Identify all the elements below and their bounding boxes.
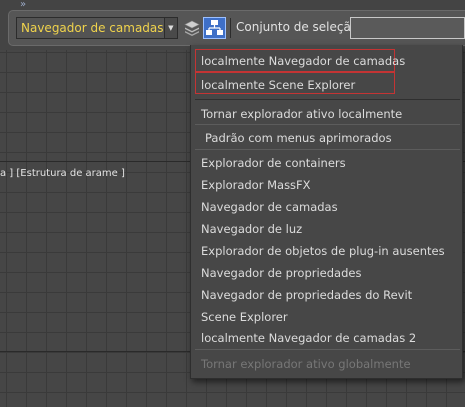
toolbar-separator <box>230 18 231 38</box>
menu-item-revit-property-explorer[interactable]: Navegador de propriedades do Revit <box>201 288 412 302</box>
scene-explorer-icon[interactable] <box>203 17 226 39</box>
layers-icon[interactable] <box>183 19 201 37</box>
menu-item-make-active-local[interactable]: Tornar explorador ativo localmente <box>201 107 402 121</box>
menu-item-layer-explorer[interactable]: Navegador de camadas <box>201 200 338 214</box>
viewport-label[interactable]: a ] [Estrutura de arame ] <box>0 168 125 179</box>
menu-item-missing-plugin-explorer[interactable]: Explorador de objetos de plug-in ausente… <box>201 244 445 258</box>
menu-item-property-explorer[interactable]: Navegador de propriedades <box>201 266 361 280</box>
menu-item-make-active-global: Tornar explorador ativo globalmente <box>201 357 411 371</box>
menu-item-massfx-explorer[interactable]: Explorador MassFX <box>201 178 311 192</box>
menu-item-light-explorer[interactable]: Navegador de luz <box>201 222 302 236</box>
menu-separator <box>195 99 460 100</box>
menu-item-container-explorer[interactable]: Explorador de containers <box>201 156 346 170</box>
menu-separator <box>195 124 460 125</box>
menu-separator <box>195 349 460 350</box>
menu-item-local-layer-explorer-2[interactable]: localmente Navegador de camadas 2 <box>201 331 416 345</box>
selection-set-input[interactable] <box>350 17 465 39</box>
menu-separator <box>195 149 460 150</box>
expand-toolbar-icon[interactable]: » <box>20 0 26 10</box>
menu-item-local-scene-explorer[interactable]: localmente Scene Explorer <box>201 78 355 92</box>
chevron-down-icon[interactable]: ▼ <box>163 18 177 38</box>
layer-dropdown-value: Navegador de camadas <box>21 21 164 35</box>
layer-explorer-dropdown[interactable]: Navegador de camadas ▼ <box>16 17 178 39</box>
menu-item-scene-explorer[interactable]: Scene Explorer <box>201 310 288 324</box>
explorer-dropdown-menu: localmente Navegador de camadas localmen… <box>190 45 463 379</box>
selection-set-label: Conjunto de seleção: <box>236 20 363 34</box>
menu-item-local-layer-explorer[interactable]: localmente Navegador de camadas <box>201 54 405 68</box>
menu-item-default-enhanced-menus[interactable]: Padrão com menus aprimorados <box>205 131 392 145</box>
